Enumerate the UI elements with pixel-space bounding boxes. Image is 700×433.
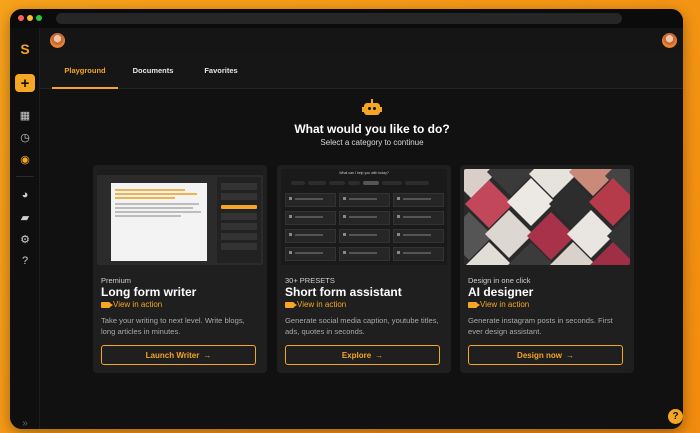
view-in-action-link[interactable]: View in action [285, 300, 346, 309]
card-description: Take your writing to next level. Write b… [101, 316, 245, 336]
app-window: S + ▦ ◷ ◉ ◕ ▰ ⚙ ? » Playground Documents… [10, 9, 683, 429]
close-window-icon[interactable] [18, 15, 24, 21]
design-now-button[interactable]: Design now → [468, 345, 623, 365]
video-camera-icon [285, 301, 297, 308]
page-subtitle: Select a category to continue [320, 138, 424, 147]
card-title: AI designer [468, 285, 534, 299]
arrow-right-icon: → [375, 350, 384, 360]
gear-icon[interactable]: ⚙ [15, 230, 35, 248]
tab-bar: Playground Documents Favorites [40, 53, 683, 89]
palette-icon[interactable]: ◕ [15, 186, 35, 204]
short-form-preview-image: What can I help you with today? [281, 169, 447, 265]
page-title: What would you like to do? [294, 122, 450, 136]
title-bar [10, 9, 683, 28]
preview-title: What can I help you with today? [339, 171, 389, 175]
video-camera-icon [101, 301, 113, 308]
sidebar-divider [16, 176, 34, 177]
tab-playground[interactable]: Playground [52, 53, 118, 89]
view-in-action-label: View in action [480, 300, 530, 309]
question-icon[interactable]: ? [15, 252, 35, 270]
user-avatar[interactable] [662, 33, 677, 48]
card-long-form-writer[interactable]: Premium Long form writer View in action … [93, 165, 267, 373]
button-label: Explore [341, 350, 372, 360]
card-ai-designer[interactable]: Design in one click AI designer View in … [460, 165, 634, 373]
sidebar: S + ▦ ◷ ◉ ◕ ▰ ⚙ ? » [10, 28, 40, 429]
tab-favorites[interactable]: Favorites [188, 53, 254, 89]
card-eyebrow: 30+ PRESETS [285, 276, 335, 285]
launch-writer-button[interactable]: Launch Writer → [101, 345, 256, 365]
long-form-preview-image [97, 169, 263, 265]
minimize-window-icon[interactable] [27, 15, 33, 21]
ai-designer-preview-image [464, 169, 630, 265]
video-camera-icon [468, 301, 480, 308]
plus-icon[interactable]: + [15, 74, 35, 92]
card-eyebrow: Design in one click [468, 276, 531, 285]
collapse-icon[interactable]: » [15, 414, 35, 429]
clock-icon[interactable]: ◷ [15, 128, 35, 146]
maximize-window-icon[interactable] [36, 15, 42, 21]
card-title: Long form writer [101, 285, 197, 299]
address-bar[interactable] [56, 13, 622, 24]
button-label: Design now [517, 350, 562, 360]
card-short-form-assistant[interactable]: What can I help you with today? 30+ PRES… [277, 165, 451, 373]
view-in-action-label: View in action [297, 300, 347, 309]
view-in-action-link[interactable]: View in action [101, 300, 162, 309]
avatar[interactable] [50, 33, 65, 48]
view-in-action-link[interactable]: View in action [468, 300, 529, 309]
view-in-action-label: View in action [113, 300, 163, 309]
arrow-right-icon: → [203, 350, 212, 360]
explore-button[interactable]: Explore → [285, 345, 440, 365]
arrow-right-icon: → [565, 350, 574, 360]
tab-documents[interactable]: Documents [120, 53, 186, 89]
card-eyebrow: Premium [101, 276, 132, 285]
card-description: Generate social media caption, youtube t… [285, 316, 439, 336]
eye-icon[interactable]: ◉ [15, 150, 35, 168]
folder-icon[interactable]: ▰ [15, 208, 35, 226]
top-bar [40, 28, 683, 53]
help-icon[interactable]: ? [668, 409, 683, 424]
grid-icon[interactable]: ▦ [15, 106, 35, 124]
logo-icon[interactable]: S [15, 40, 35, 58]
card-description: Generate instagram posts in seconds. Fir… [468, 316, 613, 336]
card-title: Short form assistant [285, 285, 402, 299]
button-label: Launch Writer [145, 350, 200, 360]
robot-icon [362, 99, 382, 117]
